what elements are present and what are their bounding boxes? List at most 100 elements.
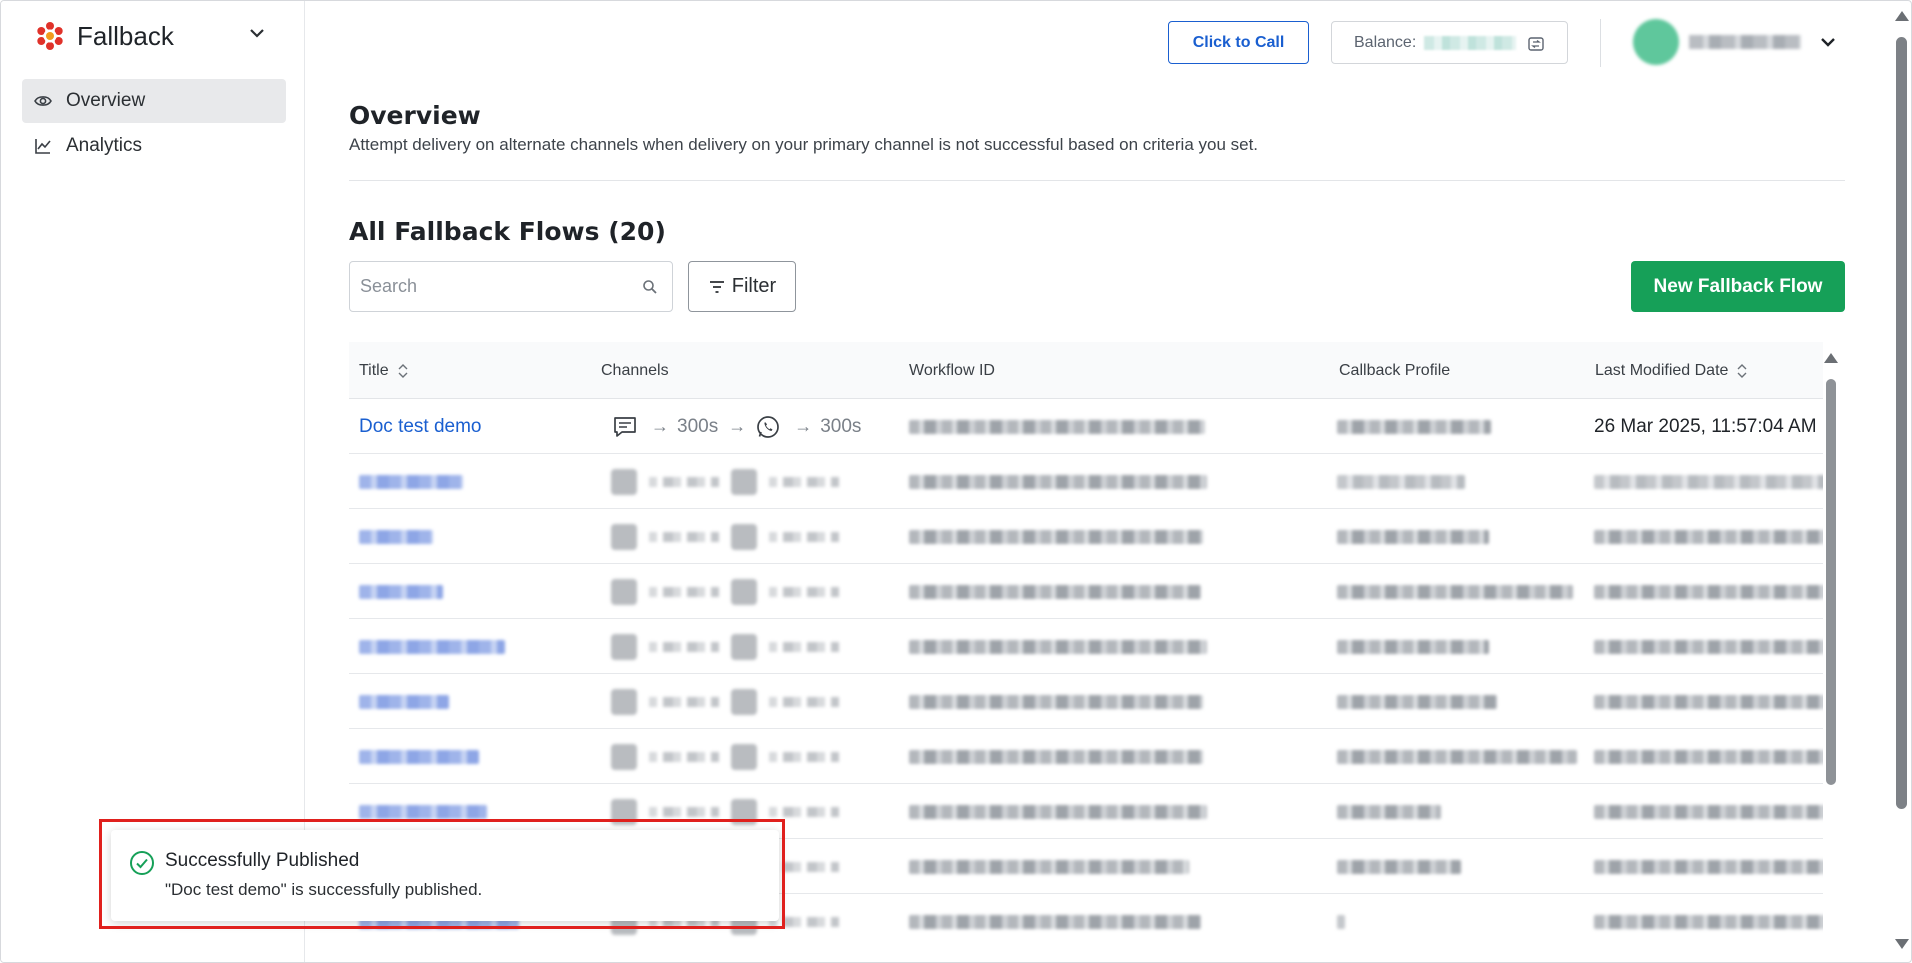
- last-modified-redacted: [1594, 804, 1823, 819]
- channel-sequence-redacted: [611, 633, 851, 660]
- callback-profile-redacted: [1337, 859, 1461, 874]
- search-box: [349, 261, 673, 312]
- filter-label: Filter: [731, 275, 777, 297]
- balance-display[interactable]: Balance:: [1331, 21, 1568, 64]
- search-icon[interactable]: [642, 279, 658, 295]
- sort-icon[interactable]: [397, 363, 409, 378]
- sort-icon[interactable]: [1736, 363, 1748, 378]
- page-title: Overview: [349, 101, 481, 130]
- table-row[interactable]: [349, 729, 1823, 784]
- refresh-balance-icon[interactable]: [1527, 35, 1545, 53]
- callback-profile-redacted: [1337, 639, 1489, 654]
- last-modified-redacted: [1594, 474, 1823, 489]
- flow-title-redacted[interactable]: [359, 474, 463, 489]
- filter-icon: [709, 280, 724, 293]
- last-modified-date: 26 Mar 2025, 11:57:04 AM: [1594, 415, 1817, 437]
- callback-profile-redacted: [1337, 419, 1491, 434]
- brand[interactable]: Fallback: [35, 19, 174, 53]
- workflow-id-redacted: [909, 474, 1207, 489]
- chevron-down-icon[interactable]: [247, 23, 267, 43]
- filter-button[interactable]: Filter: [688, 261, 796, 312]
- flow-title-redacted[interactable]: [359, 749, 479, 764]
- flow-title-link[interactable]: Doc test demo: [359, 416, 482, 438]
- avatar[interactable]: [1633, 19, 1679, 65]
- callback-profile-redacted: [1337, 529, 1489, 544]
- table-header: Title Channels Workflow ID Callback Prof…: [349, 342, 1823, 399]
- callback-profile-redacted: [1337, 804, 1441, 819]
- table-row[interactable]: [349, 619, 1823, 674]
- workflow-id-redacted: [909, 859, 1189, 874]
- column-header-title[interactable]: Title: [359, 342, 409, 399]
- page-scrollbar[interactable]: [1891, 1, 1911, 962]
- brand-name: Fallback: [77, 20, 174, 51]
- page-description: Attempt delivery on alternate channels w…: [349, 135, 1259, 154]
- sidebar-item-overview[interactable]: Overview: [22, 79, 286, 123]
- last-modified-redacted: [1594, 639, 1823, 654]
- flow-title-redacted[interactable]: [359, 639, 505, 654]
- last-modified-redacted: [1594, 749, 1823, 764]
- app-window: Fallback Overview Analytics Click to Cal…: [0, 0, 1912, 963]
- scroll-thumb[interactable]: [1896, 37, 1907, 809]
- channel-sequence-redacted: [611, 523, 851, 550]
- sidebar-item-label: Overview: [66, 90, 146, 111]
- callback-profile-redacted: [1337, 914, 1345, 929]
- table-row[interactable]: [349, 564, 1823, 619]
- column-header-workflow-id: Workflow ID: [909, 361, 995, 379]
- column-header-callback-profile: Callback Profile: [1339, 361, 1451, 379]
- eye-icon: [34, 96, 52, 106]
- workflow-id-redacted: [909, 694, 1203, 709]
- sidebar-item-analytics[interactable]: Analytics: [22, 124, 286, 168]
- channel-sequence-redacted: [611, 688, 851, 715]
- balance-value-redacted: [1424, 35, 1517, 50]
- last-modified-redacted: [1594, 529, 1823, 544]
- last-modified-redacted: [1594, 914, 1823, 929]
- flow-title-redacted[interactable]: [359, 584, 443, 599]
- header-divider: [1600, 19, 1601, 67]
- scroll-down-icon[interactable]: [1895, 939, 1909, 949]
- callback-profile-redacted: [1337, 474, 1465, 489]
- sms-chat-icon: [614, 416, 636, 437]
- table-row[interactable]: [349, 454, 1823, 509]
- flow-title-redacted[interactable]: [359, 804, 487, 819]
- column-header-channels: Channels: [601, 361, 669, 379]
- balance-label: Balance:: [1354, 33, 1417, 51]
- search-input[interactable]: [350, 262, 610, 311]
- flow-title-redacted[interactable]: [359, 694, 449, 709]
- last-modified-redacted: [1594, 694, 1823, 709]
- line-chart-icon: [35, 139, 51, 154]
- divider: [349, 180, 1845, 181]
- section-title: All Fallback Flows (20): [349, 217, 666, 246]
- scroll-up-icon[interactable]: [1895, 11, 1909, 21]
- channel-sequence-redacted: [611, 468, 851, 495]
- callback-profile-redacted: [1337, 749, 1577, 764]
- table-row[interactable]: Doc test demo → 300s → → 300s 26 Mar 202…: [349, 399, 1823, 454]
- sidebar-item-label: Analytics: [66, 135, 143, 156]
- highlight-box: [99, 819, 785, 929]
- channel-sequence: → 300s → → 300s: [611, 413, 871, 441]
- channel-sequence-redacted: [611, 743, 851, 770]
- flow-title-redacted[interactable]: [359, 529, 433, 544]
- last-modified-redacted: [1594, 859, 1823, 874]
- callback-profile-redacted: [1337, 584, 1573, 599]
- scroll-thumb[interactable]: [1826, 379, 1836, 785]
- workflow-id-redacted: [909, 639, 1207, 654]
- table-row[interactable]: [349, 509, 1823, 564]
- callback-profile-redacted: [1337, 694, 1497, 709]
- workflow-id-redacted: [909, 749, 1203, 764]
- workflow-id-redacted: [909, 804, 1207, 819]
- workflow-id-redacted: [909, 914, 1201, 929]
- table-scrollbar[interactable]: [1824, 353, 1838, 953]
- whatsapp-icon: [757, 415, 780, 438]
- username-redacted[interactable]: [1689, 35, 1801, 49]
- workflow-id-redacted: [909, 419, 1205, 434]
- fallback-logo-icon: [37, 22, 63, 50]
- channel-sequence-redacted: [611, 578, 851, 605]
- click-to-call-button[interactable]: Click to Call: [1168, 21, 1309, 64]
- column-header-last-modified[interactable]: Last Modified Date: [1595, 342, 1748, 399]
- table-row[interactable]: [349, 674, 1823, 729]
- scroll-up-icon[interactable]: [1824, 353, 1838, 363]
- new-fallback-flow-button[interactable]: New Fallback Flow: [1631, 261, 1845, 312]
- workflow-id-redacted: [909, 529, 1203, 544]
- last-modified-redacted: [1594, 584, 1823, 599]
- chevron-down-icon[interactable]: [1817, 31, 1839, 53]
